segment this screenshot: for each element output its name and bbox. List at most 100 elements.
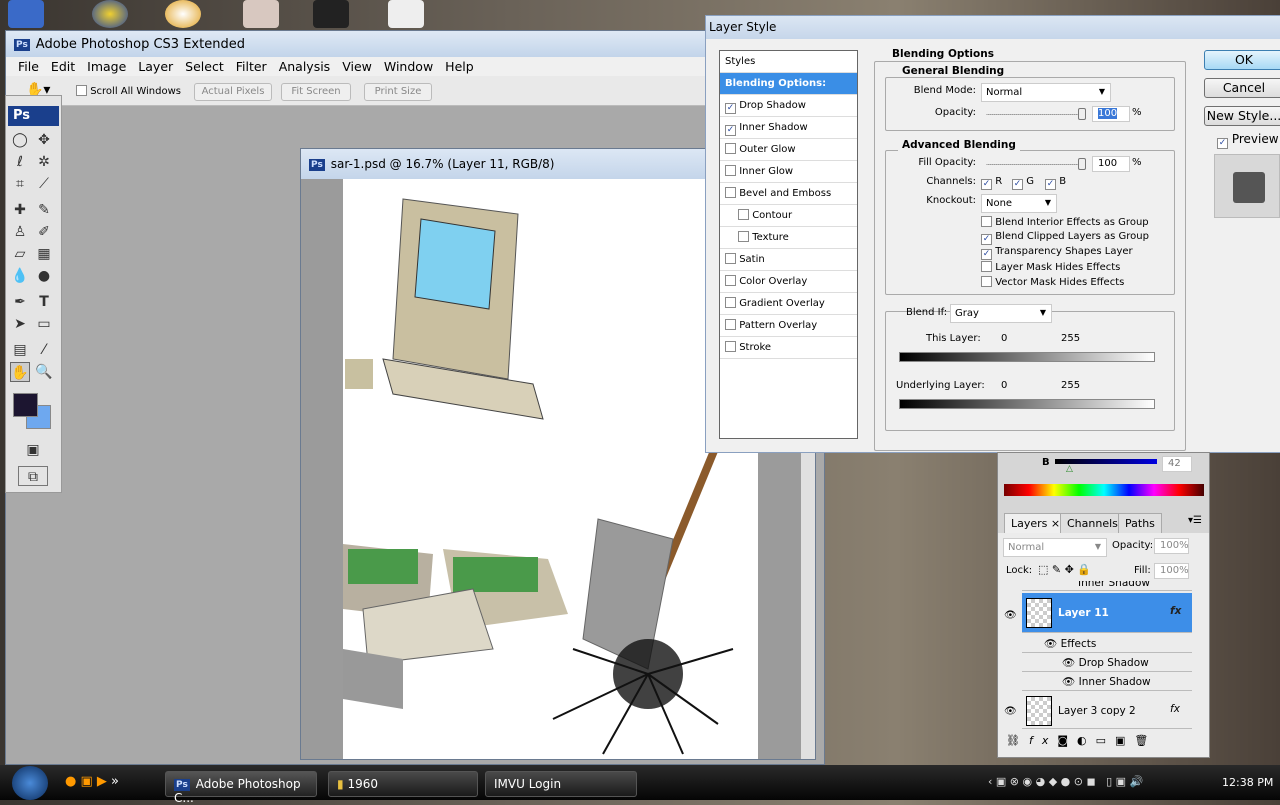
taskbar-photoshop[interactable]: Ps Adobe Photoshop C... xyxy=(165,771,317,805)
style-item[interactable]: ✓ Drop Shadow xyxy=(720,95,857,117)
path-select-icon[interactable]: ➤ xyxy=(10,314,30,334)
blend-mode-select[interactable]: Normal xyxy=(981,83,1111,102)
style-checkbox[interactable]: ✓ xyxy=(725,103,736,114)
layers-footer-buttons[interactable]: ⛓fx◙◐▭▣🗑 xyxy=(1006,734,1157,747)
blue-value-input[interactable]: 42 xyxy=(1162,456,1192,472)
new-style-button[interactable]: New Style... xyxy=(1204,106,1280,126)
lock-icons[interactable]: ⬚ ✎ ✥ 🔒 xyxy=(1038,563,1091,576)
actual-pixels-button[interactable]: Actual Pixels xyxy=(194,83,272,101)
layer-blend-mode-select[interactable]: Normal xyxy=(1003,538,1107,557)
style-item[interactable]: Contour xyxy=(720,205,857,227)
shape-tool-icon[interactable]: ▭ xyxy=(34,314,54,334)
eraser-tool-icon[interactable]: ▱ xyxy=(10,244,30,264)
advanced-option-checkbox[interactable]: Blend Interior Effects as Group xyxy=(981,216,1149,228)
style-checkbox[interactable] xyxy=(725,319,736,330)
move-tool-icon[interactable]: ✥ xyxy=(34,130,54,150)
screen-mode-icon[interactable]: ⧉ xyxy=(18,466,48,486)
underlying-gradient-slider[interactable] xyxy=(899,399,1155,409)
style-checkbox[interactable] xyxy=(725,341,736,352)
style-item[interactable]: Satin xyxy=(720,249,857,271)
advanced-option-checkbox[interactable]: ✓ Blend Clipped Layers as Group xyxy=(981,231,1149,245)
style-item[interactable]: Pattern Overlay xyxy=(720,315,857,337)
quick-mask-icon[interactable]: ▣ xyxy=(23,440,43,460)
this-layer-gradient-slider[interactable] xyxy=(899,352,1155,362)
color-spectrum-ramp[interactable] xyxy=(1004,484,1204,496)
type-tool-icon[interactable]: T xyxy=(34,292,54,312)
blend-if-select[interactable]: Gray xyxy=(950,304,1052,323)
gradient-tool-icon[interactable]: ▦ xyxy=(34,244,54,264)
visibility-eye-icon[interactable]: 👁 xyxy=(1004,706,1017,717)
style-checkbox[interactable] xyxy=(725,253,736,264)
menu-image[interactable]: Image xyxy=(87,57,126,74)
fill-opacity-knob[interactable] xyxy=(1078,158,1086,170)
menu-window[interactable]: Window xyxy=(384,57,433,74)
quick-launch-icons[interactable]: ● ▣ ▶ » xyxy=(65,774,119,789)
style-item[interactable]: Stroke xyxy=(720,337,857,359)
channel-r-checkbox[interactable]: ✓ R xyxy=(981,176,1002,190)
visibility-eye-icon[interactable]: 👁 xyxy=(1004,610,1017,621)
menu-edit[interactable]: Edit xyxy=(51,57,75,74)
hand-tool-icon[interactable]: ✋ xyxy=(10,362,30,382)
opacity-slider[interactable] xyxy=(986,114,1086,115)
style-item[interactable]: Inner Glow xyxy=(720,161,857,183)
layer-row-layer-11[interactable]: Layer 11 fx xyxy=(1022,593,1192,633)
preview-checkbox[interactable]: ✓ Preview xyxy=(1217,132,1279,149)
eyedropper-icon[interactable]: ⁄ xyxy=(34,340,54,360)
fill-opacity-slider[interactable] xyxy=(986,164,1086,165)
taskbar-folder-1960[interactable]: ▮ 1960 xyxy=(328,771,478,797)
print-size-button[interactable]: Print Size xyxy=(364,83,432,101)
style-item[interactable]: Color Overlay xyxy=(720,271,857,293)
fill-opacity-input[interactable]: 100 xyxy=(1092,156,1130,172)
system-tray-icons[interactable]: ‹ ▣ ⊗ ◉ ◕ ◆ ● ⊙ ◼ ▯ ▣ 🔊 xyxy=(988,775,1143,788)
magic-wand-icon[interactable]: ✲ xyxy=(34,152,54,172)
menu-help[interactable]: Help xyxy=(445,57,474,74)
channel-b-checkbox[interactable]: ✓ B xyxy=(1045,176,1066,190)
fit-screen-button[interactable]: Fit Screen xyxy=(281,83,351,101)
channel-g-checkbox[interactable]: ✓ G xyxy=(1012,176,1034,190)
style-checkbox[interactable]: ✓ xyxy=(725,125,736,136)
style-item[interactable]: Bevel and Emboss xyxy=(720,183,857,205)
effect-inner-shadow-row[interactable]: 👁 Inner Shadow xyxy=(1022,672,1192,691)
desktop-icon[interactable] xyxy=(92,0,128,28)
history-brush-icon[interactable]: ✐ xyxy=(34,222,54,242)
style-item[interactable]: Texture xyxy=(720,227,857,249)
desktop-icon[interactable] xyxy=(388,0,424,28)
tab-paths[interactable]: Paths xyxy=(1118,513,1162,533)
blur-tool-icon[interactable]: 💧 xyxy=(10,266,30,286)
advanced-option-checkbox[interactable]: Vector Mask Hides Effects xyxy=(981,276,1124,288)
zoom-tool-icon[interactable]: 🔍 xyxy=(34,362,54,382)
panel-menu-icon[interactable]: ▾☰ xyxy=(1188,515,1202,526)
style-checkbox[interactable] xyxy=(725,297,736,308)
stamp-tool-icon[interactable]: ♙ xyxy=(10,222,30,242)
taskbar-imvu-login[interactable]: IMVU Login xyxy=(485,771,637,797)
slider-marker-icon[interactable]: △ xyxy=(1066,464,1073,474)
foreground-color-swatch[interactable] xyxy=(13,393,38,417)
menu-filter[interactable]: Filter xyxy=(236,57,267,74)
style-checkbox[interactable] xyxy=(725,187,736,198)
style-item[interactable]: ✓ Inner Shadow xyxy=(720,117,857,139)
opacity-input[interactable]: 100 xyxy=(1092,106,1130,122)
opacity-slider-knob[interactable] xyxy=(1078,108,1086,120)
advanced-option-checkbox[interactable]: ✓ Transparency Shapes Layer xyxy=(981,246,1133,260)
effect-drop-shadow-row[interactable]: 👁 Drop Shadow xyxy=(1022,653,1192,672)
style-item[interactable]: Outer Glow xyxy=(720,139,857,161)
cancel-button[interactable]: Cancel xyxy=(1204,78,1280,98)
knockout-select[interactable]: None xyxy=(981,194,1057,213)
style-item[interactable]: Styles xyxy=(720,51,857,73)
menu-view[interactable]: View xyxy=(342,57,372,74)
menu-analysis[interactable]: Analysis xyxy=(279,57,331,74)
style-checkbox[interactable] xyxy=(738,231,749,242)
brush-tool-icon[interactable]: ✎ xyxy=(34,200,54,220)
style-item[interactable]: Gradient Overlay xyxy=(720,293,857,315)
desktop-icon[interactable] xyxy=(8,0,44,28)
document-canvas[interactable] xyxy=(343,179,758,759)
layer-opacity-input[interactable]: 100% xyxy=(1154,538,1189,554)
desktop-icon[interactable] xyxy=(165,0,201,28)
style-checkbox[interactable] xyxy=(725,275,736,286)
menu-select[interactable]: Select xyxy=(185,57,224,74)
pen-tool-icon[interactable]: ✒ xyxy=(10,292,30,312)
effects-row[interactable]: 👁 Effects xyxy=(1022,634,1192,653)
start-button[interactable] xyxy=(12,766,48,800)
dodge-tool-icon[interactable]: ● xyxy=(34,266,54,286)
clock[interactable]: 12:38 PM xyxy=(1222,776,1273,789)
